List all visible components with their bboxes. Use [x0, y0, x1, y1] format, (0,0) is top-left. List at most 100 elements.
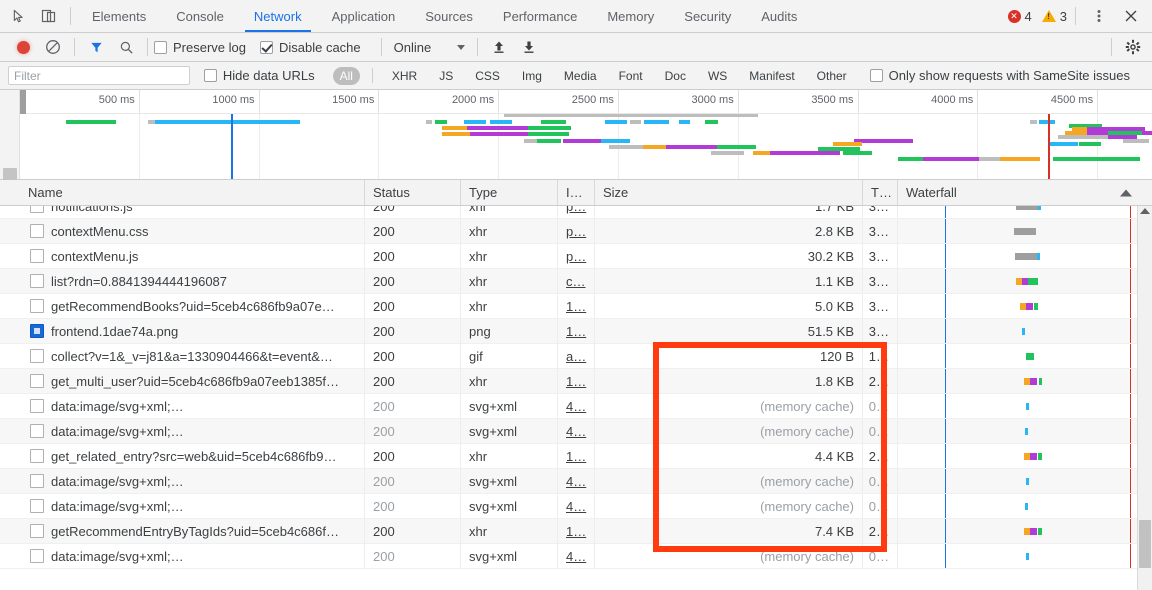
tab-security[interactable]: Security	[669, 0, 746, 32]
column-header-initiator[interactable]: I…	[558, 180, 595, 205]
cell-name[interactable]: get_related_entry?src=web&uid=5ceb4c686f…	[20, 444, 365, 468]
gear-icon[interactable]	[1118, 33, 1148, 61]
initiator-link[interactable]: 1…	[566, 299, 586, 314]
cell-initiator[interactable]: 4…	[558, 419, 595, 443]
table-row[interactable]: get_multi_user?uid=5ceb4c686fb9a07eeb138…	[0, 369, 1152, 394]
cell-name[interactable]: collect?v=1&_v=j81&a=1330904466&t=event&…	[20, 344, 365, 368]
cell-initiator[interactable]: 4…	[558, 394, 595, 418]
cell-initiator[interactable]: 1…	[558, 369, 595, 393]
table-row[interactable]: data:image/svg+xml;… 200 svg+xml 4… (memory …	[0, 419, 1152, 444]
throttling-select[interactable]: Online	[394, 40, 466, 55]
type-filter-xhr[interactable]: XHR	[385, 67, 424, 85]
cell-name[interactable]: data:image/svg+xml;…	[20, 419, 365, 443]
tab-elements[interactable]: Elements	[77, 0, 161, 32]
disable-cache-checkbox[interactable]: Disable cache	[259, 40, 361, 55]
type-filter-ws[interactable]: WS	[701, 67, 734, 85]
inspect-cursor-icon[interactable]	[4, 2, 34, 30]
type-filter-all[interactable]: All	[332, 66, 360, 85]
cell-initiator[interactable]: 1…	[558, 294, 595, 318]
cell-name[interactable]: frontend.1dae74a.png	[20, 319, 365, 343]
initiator-link[interactable]: 4…	[566, 474, 586, 489]
overview-timeline[interactable]: 500 ms 1000 ms 1500 ms 2000 ms 2500 ms 3000 m…	[20, 90, 1152, 179]
column-header-status[interactable]: Status	[365, 180, 461, 205]
tab-sources[interactable]: Sources	[410, 0, 488, 32]
type-filter-other[interactable]: Other	[810, 67, 854, 85]
table-row[interactable]: contextMenu.css 200 xhr p… 2.8 KB 3…	[0, 219, 1152, 244]
type-filter-media[interactable]: Media	[557, 67, 604, 85]
initiator-link[interactable]: c…	[566, 274, 586, 289]
cell-name[interactable]: getRecommendEntryByTagIds?uid=5ceb4c686f…	[20, 519, 365, 543]
initiator-link[interactable]: 1…	[566, 524, 586, 539]
cell-initiator[interactable]: a…	[558, 344, 595, 368]
tab-application[interactable]: Application	[317, 0, 411, 32]
column-header-size[interactable]: Size	[595, 180, 863, 205]
cell-name[interactable]: contextMenu.js	[20, 244, 365, 268]
type-filter-font[interactable]: Font	[612, 67, 650, 85]
initiator-link[interactable]: p…	[566, 249, 586, 264]
table-row[interactable]: list?rdn=0.8841394444196087 200 xhr c… 1.1 K…	[0, 269, 1152, 294]
network-overview[interactable]: 500 ms 1000 ms 1500 ms 2000 ms 2500 ms 3000 m…	[0, 90, 1152, 234]
type-filter-doc[interactable]: Doc	[658, 67, 693, 85]
table-row[interactable]: collect?v=1&_v=j81&a=1330904466&t=event&…	[0, 344, 1152, 369]
tab-performance[interactable]: Performance	[488, 0, 592, 32]
initiator-link[interactable]: p…	[566, 206, 586, 214]
initiator-link[interactable]: 1…	[566, 324, 586, 339]
initiator-link[interactable]: 4…	[566, 549, 586, 564]
table-row[interactable]: getRecommendBooks?uid=5ceb4c686fb9a07e… 2…	[0, 294, 1152, 319]
table-row[interactable]: frontend.1dae74a.png 200 png 1… 51.5 KB 3…	[0, 319, 1152, 344]
tab-network[interactable]: Network	[239, 0, 317, 32]
column-header-name[interactable]: Name	[20, 180, 365, 205]
record-button-icon[interactable]	[8, 33, 38, 61]
initiator-link[interactable]: 4…	[566, 424, 586, 439]
cell-initiator[interactable]: 4…	[558, 494, 595, 518]
initiator-link[interactable]: p…	[566, 224, 586, 239]
upload-har-icon[interactable]	[484, 33, 514, 61]
cell-initiator[interactable]: 1…	[558, 319, 595, 343]
table-row[interactable]: data:image/svg+xml;… 200 svg+xml 4… (memory …	[0, 544, 1152, 569]
cell-initiator[interactable]: c…	[558, 269, 595, 293]
table-row[interactable]: getRecommendEntryByTagIds?uid=5ceb4c686f…	[0, 519, 1152, 544]
device-toolbar-icon[interactable]	[34, 2, 64, 30]
table-row[interactable]: get_related_entry?src=web&uid=5ceb4c686f…	[0, 444, 1152, 469]
column-header-type[interactable]: Type	[461, 180, 558, 205]
cell-name[interactable]: data:image/svg+xml;…	[20, 469, 365, 493]
cell-name[interactable]: contextMenu.css	[20, 219, 365, 243]
table-row[interactable]: contextMenu.js 200 xhr p… 30.2 KB 3…	[0, 244, 1152, 269]
error-counter[interactable]: ✕ 4	[1007, 9, 1032, 24]
filter-funnel-icon[interactable]	[81, 33, 111, 61]
initiator-link[interactable]: 1…	[566, 449, 586, 464]
cell-initiator[interactable]: p…	[558, 219, 595, 243]
filter-input[interactable]: Filter	[8, 66, 190, 85]
hide-data-urls-checkbox[interactable]: Hide data URLs	[203, 68, 315, 83]
warning-counter[interactable]: 3	[1041, 9, 1067, 24]
samesite-issues-checkbox[interactable]: Only show requests with SameSite issues	[869, 68, 1130, 83]
cell-name[interactable]: get_multi_user?uid=5ceb4c686fb9a07eeb138…	[20, 369, 365, 393]
preserve-log-checkbox[interactable]: Preserve log	[154, 40, 246, 55]
cell-name[interactable]: notifications.js	[20, 206, 365, 218]
scrollbar-thumb[interactable]	[1139, 520, 1151, 568]
cell-name[interactable]: data:image/svg+xml;…	[20, 394, 365, 418]
column-header-waterfall[interactable]: Waterfall	[898, 180, 1152, 205]
table-row[interactable]: data:image/svg+xml;… 200 svg+xml 4… (memory …	[0, 494, 1152, 519]
cell-initiator[interactable]: 1…	[558, 519, 595, 543]
initiator-link[interactable]: 4…	[566, 499, 586, 514]
initiator-link[interactable]: a…	[566, 349, 586, 364]
clear-icon[interactable]	[38, 33, 68, 61]
tab-memory[interactable]: Memory	[592, 0, 669, 32]
cell-name[interactable]: data:image/svg+xml;…	[20, 544, 365, 568]
requests-table-body[interactable]: notifications.js 200 xhr p… 1.7 KB 3… contextM…	[0, 206, 1152, 590]
cell-name[interactable]: data:image/svg+xml;…	[20, 494, 365, 518]
column-header-time[interactable]: T…	[863, 180, 898, 205]
initiator-link[interactable]: 1…	[566, 374, 586, 389]
cell-name[interactable]: list?rdn=0.8841394444196087	[20, 269, 365, 293]
tab-audits[interactable]: Audits	[746, 0, 812, 32]
type-filter-manifest[interactable]: Manifest	[742, 67, 801, 85]
initiator-link[interactable]: 4…	[566, 399, 586, 414]
table-row[interactable]: data:image/svg+xml;… 200 svg+xml 4… (memory …	[0, 394, 1152, 419]
type-filter-css[interactable]: CSS	[468, 67, 507, 85]
cell-initiator[interactable]: 4…	[558, 469, 595, 493]
cell-name[interactable]: getRecommendBooks?uid=5ceb4c686fb9a07e…	[20, 294, 365, 318]
table-row[interactable]: data:image/svg+xml;… 200 svg+xml 4… (memory …	[0, 469, 1152, 494]
table-row[interactable]: notifications.js 200 xhr p… 1.7 KB 3…	[0, 206, 1152, 219]
cell-initiator[interactable]: p…	[558, 206, 595, 218]
